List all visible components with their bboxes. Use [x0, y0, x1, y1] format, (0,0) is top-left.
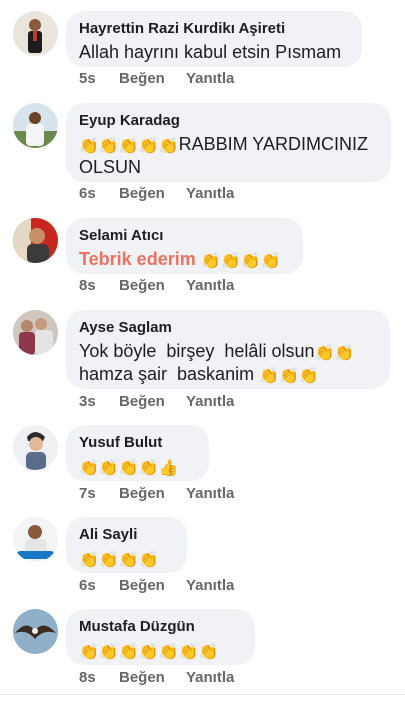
like-button[interactable]: Beğen: [119, 393, 186, 410]
reply-button[interactable]: Yanıtla: [186, 393, 234, 410]
comment-text: Yok böyle birşey helâli olsun👏👏 hamza şai…: [79, 341, 355, 385]
comment-bubble: Eyup Karadag 👏👏👏👏👏RABBIM YARDIMCINIZ OLSU…: [66, 103, 391, 182]
like-button[interactable]: Beğen: [119, 485, 186, 502]
like-button[interactable]: Beğen: [119, 185, 186, 202]
comment-time[interactable]: 6s: [79, 577, 119, 594]
comment-author[interactable]: Yusuf Bulut: [79, 434, 196, 452]
man-in-suit-avatar-icon[interactable]: [13, 11, 58, 56]
like-button[interactable]: Beğen: [119, 70, 186, 87]
comment-author[interactable]: Eyup Karadag: [79, 112, 378, 130]
reply-button[interactable]: Yanıtla: [186, 669, 234, 686]
comment-actions: 8s Beğen Yanıtla: [79, 669, 234, 686]
clap-emoji-icon: 👏👏👏👏👍: [79, 458, 179, 477]
comment-text: 👏👏👏👏👏RABBIM YARDIMCINIZ OLSUN: [79, 134, 368, 177]
reply-button[interactable]: Yanıtla: [186, 485, 234, 502]
comment-text: Tebrik ederim 👏👏👏👏: [79, 249, 281, 270]
comment-time[interactable]: 3s: [79, 393, 119, 410]
comment-actions: 6s Beğen Yanıtla: [79, 577, 234, 594]
reply-button[interactable]: Yanıtla: [186, 70, 234, 87]
comment-actions: 7s Beğen Yanıtla: [79, 485, 234, 502]
man-red-background-avatar-icon[interactable]: [13, 218, 58, 263]
comment-bubble: Ayse Saglam Yok böyle birşey helâli olsu…: [66, 310, 390, 389]
like-button[interactable]: Beğen: [119, 277, 186, 294]
woman-avatar-icon[interactable]: [13, 310, 58, 355]
divider: [0, 694, 405, 695]
reply-button[interactable]: Yanıtla: [186, 277, 234, 294]
clap-emoji-icon: 👏👏: [314, 343, 355, 362]
comment-time[interactable]: 6s: [79, 185, 119, 202]
comment-actions: 6s Beğen Yanıtla: [79, 185, 234, 202]
comment-text: 👏👏👏👏👍: [79, 455, 196, 478]
clap-emoji-icon: 👏👏👏👏: [79, 550, 159, 569]
comment-time[interactable]: 8s: [79, 669, 119, 686]
comment-time[interactable]: 7s: [79, 485, 119, 502]
comment-bubble: Hayrettin Razi Kurdikı Aşireti Allah hay…: [66, 11, 362, 67]
reply-button[interactable]: Yanıtla: [186, 185, 234, 202]
clap-emoji-icon: 👏👏👏👏👏👏👏: [79, 642, 219, 661]
comment-text: Allah hayrını kabul etsin Pısmam: [79, 42, 342, 62]
man-badge-avatar-icon[interactable]: [13, 517, 58, 562]
clap-emoji-icon: 👏👏👏👏👏: [79, 136, 179, 155]
eagle-avatar-icon[interactable]: [13, 609, 58, 654]
comment-text: 👏👏👏👏: [79, 547, 174, 570]
like-button[interactable]: Beğen: [119, 577, 186, 594]
comment-time[interactable]: 5s: [79, 70, 119, 87]
reply-button[interactable]: Yanıtla: [186, 577, 234, 594]
comment-author[interactable]: Mustafa Düzgün: [79, 618, 242, 636]
comment-actions: 3s Beğen Yanıtla: [79, 393, 234, 410]
comment-author[interactable]: Hayrettin Razi Kurdikı Aşireti: [79, 20, 349, 38]
comment-time[interactable]: 8s: [79, 277, 119, 294]
comment-bubble: Mustafa Düzgün 👏👏👏👏👏👏👏: [66, 609, 255, 665]
young-man-avatar-icon[interactable]: [13, 425, 58, 470]
comment-actions: 5s Beğen Yanıtla: [79, 70, 234, 87]
clap-emoji-icon: 👏👏👏: [259, 366, 319, 385]
comment-author[interactable]: Ali Sayli: [79, 526, 174, 544]
comment-author[interactable]: Ayse Saglam: [79, 319, 377, 337]
comment-bubble: Selami Atıcı Tebrik ederim 👏👏👏👏: [66, 218, 303, 274]
comment-bubble: Yusuf Bulut 👏👏👏👏👍: [66, 425, 209, 481]
clap-emoji-icon: 👏👏👏👏: [200, 251, 281, 270]
comment-bubble: Ali Sayli 👏👏👏👏: [66, 517, 187, 573]
comment-actions: 8s Beğen Yanıtla: [79, 277, 234, 294]
man-outdoors-avatar-icon[interactable]: [13, 103, 58, 148]
like-button[interactable]: Beğen: [119, 669, 186, 686]
comment-author[interactable]: Selami Atıcı: [79, 227, 290, 245]
comment-text: 👏👏👏👏👏👏👏: [79, 639, 242, 662]
